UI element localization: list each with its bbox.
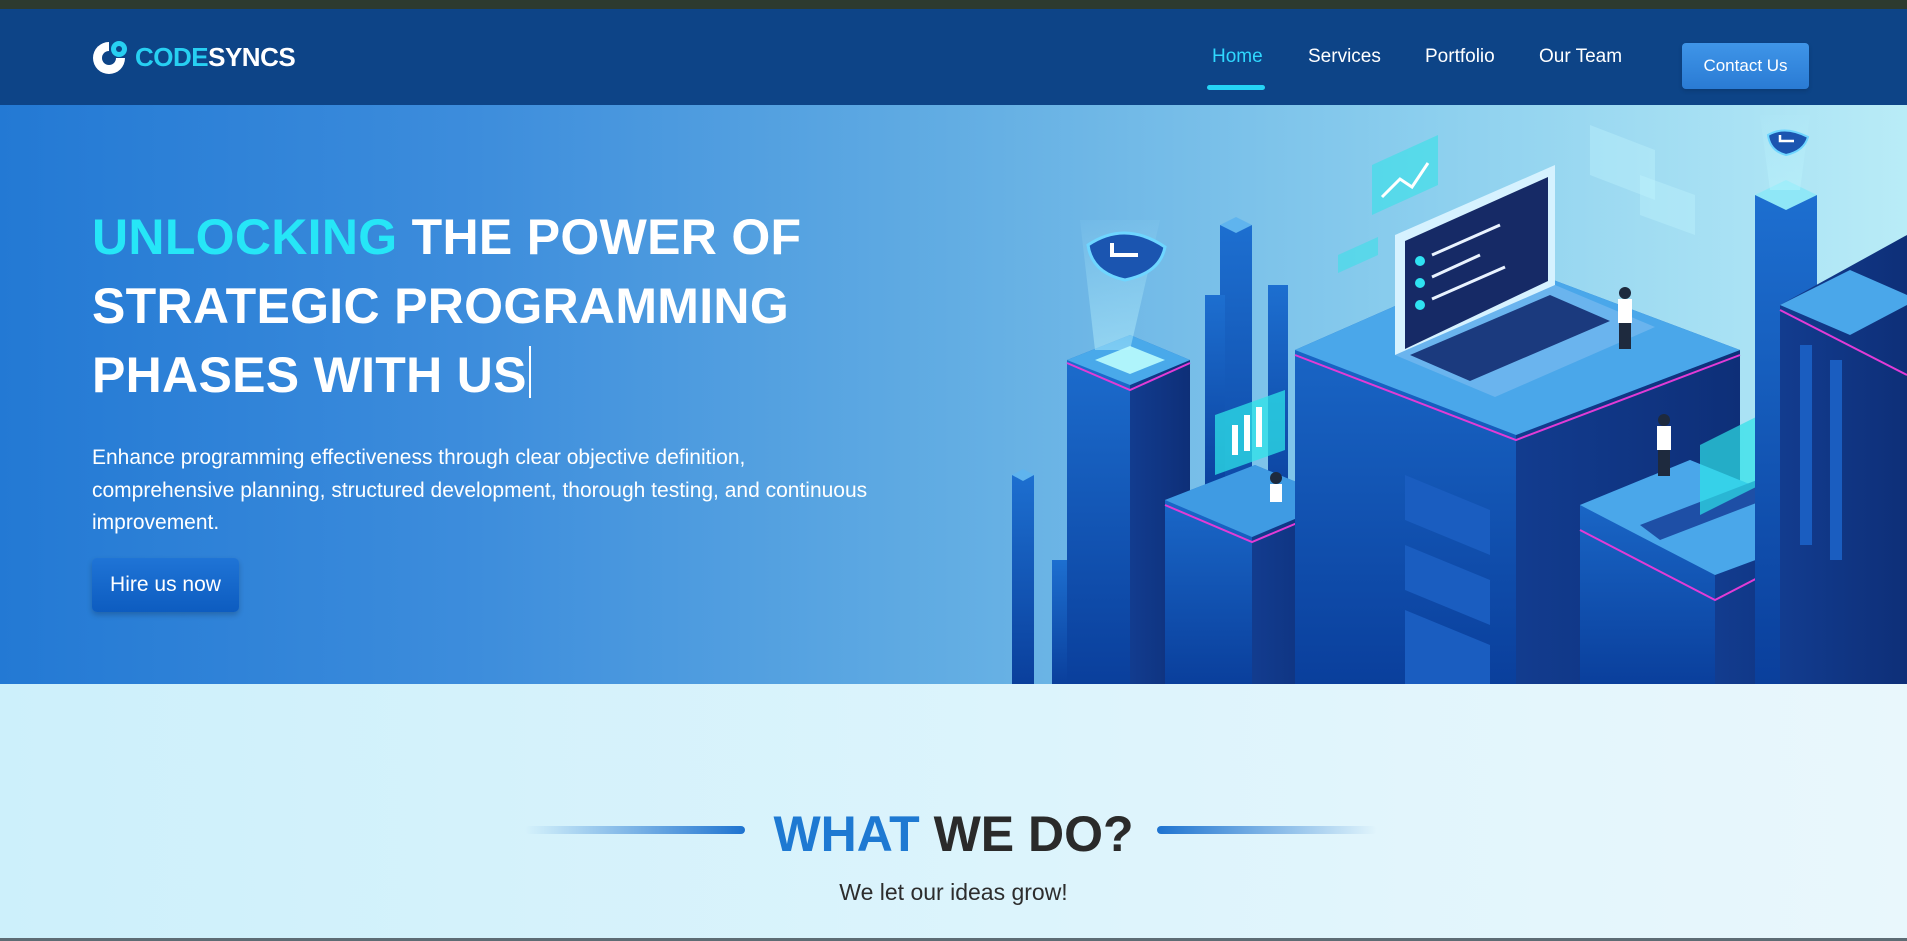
- site-header: CODESYNCS Home Services Portfolio Our Te…: [0, 9, 1907, 105]
- section-title-rest: WE DO?: [919, 806, 1134, 862]
- brand-name-part1: CODE: [135, 41, 209, 72]
- hero-description-line: comprehensive planning, structured devel…: [92, 478, 868, 502]
- hero-description-line: Enhance programming effectiveness throug…: [92, 446, 746, 469]
- brand-name: CODESYNCS: [135, 41, 296, 73]
- section-title-highlight: WHAT: [773, 806, 920, 862]
- hero-section: UNLOCKING THE POWER OF STRATEGIC PROGRAM…: [0, 105, 1907, 684]
- section-subtitle: We let our ideas grow!: [839, 879, 1068, 905]
- typing-cursor: [528, 346, 531, 398]
- hero-title-line3: PHASES WITH US: [92, 347, 527, 403]
- hero-title: UNLOCKING THE POWER OF STRATEGIC PROGRAM…: [92, 203, 852, 410]
- nav-services[interactable]: Services: [1308, 9, 1381, 105]
- hero-description-line: improvement.: [92, 511, 220, 534]
- nav-active-indicator: [1207, 85, 1265, 90]
- what-we-do-section: WHAT WE DO? We let our ideas grow!: [0, 684, 1907, 941]
- hero-description: Enhance programming effectiveness throug…: [92, 442, 932, 540]
- nav-our-team[interactable]: Our Team: [1539, 9, 1622, 105]
- hire-us-button[interactable]: Hire us now: [92, 558, 239, 612]
- hero-title-highlight: UNLOCKING: [92, 209, 398, 265]
- codesyncs-logo-icon: [91, 38, 129, 76]
- hero-title-line1: THE POWER OF: [397, 209, 802, 265]
- contact-us-button[interactable]: Contact Us: [1682, 43, 1809, 89]
- hero-title-line2: STRATEGIC PROGRAMMING: [92, 278, 790, 334]
- nav-home[interactable]: Home: [1212, 9, 1263, 105]
- nav-portfolio[interactable]: Portfolio: [1425, 9, 1495, 105]
- isometric-tech-illustration: [1012, 115, 1907, 684]
- section-title: WHAT WE DO?: [0, 805, 1907, 863]
- brand-name-part2: SYNCS: [208, 41, 296, 72]
- window-top-strip: [0, 0, 1907, 9]
- brand-logo[interactable]: CODESYNCS: [91, 38, 296, 76]
